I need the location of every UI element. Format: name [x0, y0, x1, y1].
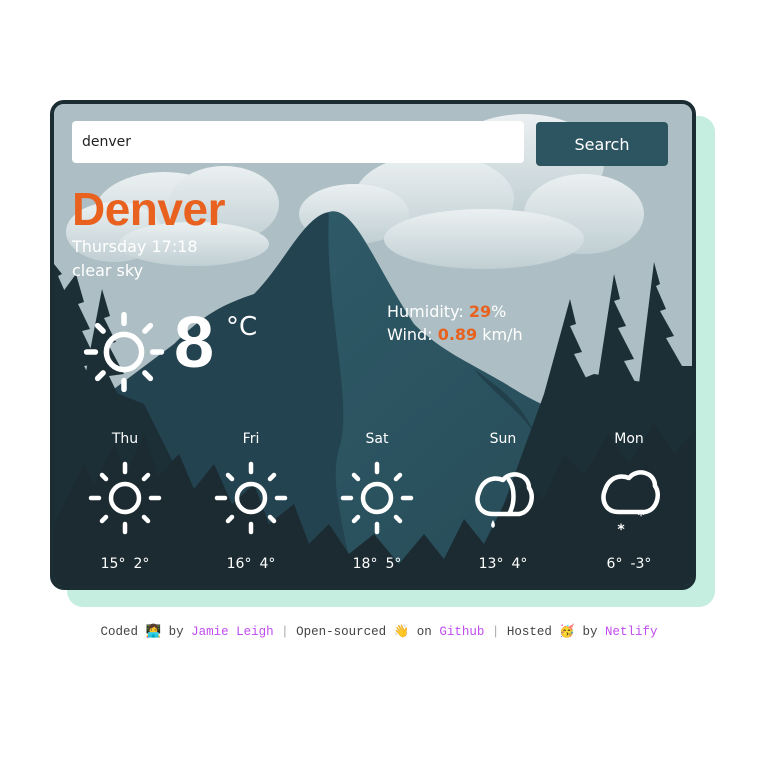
weather-details: Humidity: 29% Wind: 0.89 km/h [387, 300, 523, 346]
forecast-temps: 6° -3° [566, 556, 692, 572]
current-temperature: 8 [174, 303, 215, 383]
coder-emoji-icon: 👩‍💻 [145, 625, 162, 639]
forecast-day: Fri 16° 4° [188, 428, 314, 572]
forecast-day-name: Sat [365, 431, 389, 447]
footer-open-sourced: Open-sourced [296, 625, 387, 639]
footer-by: by [168, 625, 184, 639]
forecast-min: 4° [259, 556, 276, 572]
forecast-min: 5° [385, 556, 402, 572]
sun-icon [88, 461, 162, 535]
forecast-day-name: Mon [614, 431, 644, 447]
wind-value: 0.89 [437, 325, 478, 344]
city-search-input[interactable] [72, 121, 524, 163]
footer-separator: | [281, 625, 289, 639]
forecast-max: 6° [606, 556, 623, 572]
footer-hosted: Hosted [506, 625, 552, 639]
forecast-day-name: Sun [489, 431, 517, 447]
search-button[interactable]: Search [536, 122, 668, 166]
forecast-max: 15° [100, 556, 126, 572]
forecast-day: Mon * * 6° -3° [566, 428, 692, 572]
humidity-label: Humidity: [387, 302, 469, 321]
wave-emoji-icon: 👋 [393, 625, 410, 639]
forecast-temps: 13° 4° [440, 556, 566, 572]
forecast-min: 2° [133, 556, 150, 572]
wind: Wind: 0.89 km/h [387, 323, 523, 346]
forecast-min: -3° [630, 556, 652, 572]
humidity-value: 29 [468, 302, 492, 321]
humidity: Humidity: 29% [387, 300, 523, 323]
forecast-day-name: Fri [242, 431, 260, 447]
svg-text:*: * [638, 509, 645, 524]
sun-icon [83, 311, 165, 393]
unit-celsius[interactable]: °C [226, 314, 257, 340]
cloud-snow-icon: * * [601, 470, 660, 538]
forecast-day: Sun 13° 4° [440, 428, 566, 572]
forecast-temps: 16° 4° [188, 556, 314, 572]
weather-description: clear sky [72, 261, 144, 280]
svg-text:*: * [617, 522, 625, 538]
wind-unit: km/h [477, 325, 523, 344]
city-name: Denver [72, 183, 225, 235]
current-datetime: Thursday 17:18 [72, 237, 198, 256]
github-link[interactable]: Github [439, 625, 484, 639]
forecast-max: 16° [226, 556, 252, 572]
wind-label: Wind: [387, 325, 438, 344]
forecast-temps: 15° 2° [62, 556, 188, 572]
forecast-temps: 18° 5° [314, 556, 440, 572]
cloud-rain-icon [475, 472, 534, 528]
netlify-link[interactable]: Netlify [605, 625, 658, 639]
forecast: Thu 15° 2° Fri 16° 4° Sat 18° 5° Sun 13°… [62, 428, 692, 572]
footer-coded: Coded [100, 625, 138, 639]
humidity-unit: % [491, 302, 507, 321]
footer-separator: | [491, 625, 500, 639]
footer: Coded 👩‍💻 by Jamie Leigh | Open-sourced … [0, 624, 758, 639]
forecast-max: 13° [478, 556, 504, 572]
sun-icon [214, 461, 288, 535]
forecast-day: Thu 15° 2° [62, 428, 188, 572]
author-link[interactable]: Jamie Leigh [191, 625, 274, 639]
forecast-min: 4° [511, 556, 528, 572]
forecast-max: 18° [352, 556, 378, 572]
footer-on: on [416, 625, 432, 639]
sun-icon [340, 461, 414, 535]
party-emoji-icon: 🥳 [559, 625, 575, 639]
forecast-day-name: Thu [111, 431, 139, 447]
footer-by: by [582, 625, 598, 639]
weather-card: Search Denver Thursday 17:18 clear sky 8… [50, 100, 696, 590]
forecast-day: Sat 18° 5° [314, 428, 440, 572]
